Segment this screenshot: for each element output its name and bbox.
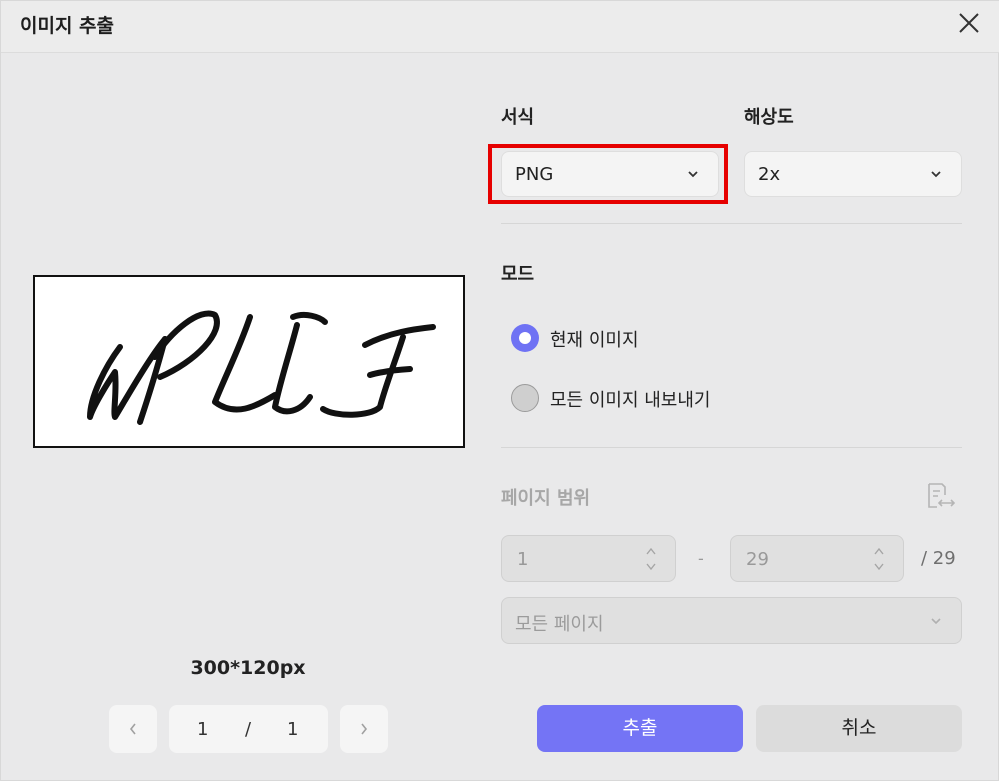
page-scope-select[interactable]: 모든 페이지 <box>501 597 962 644</box>
page-to-value: 29 <box>746 549 769 570</box>
prev-page-button[interactable] <box>109 705 157 753</box>
signature-image <box>87 310 436 425</box>
image-preview <box>33 275 465 448</box>
page-range-swap-icon[interactable] <box>925 481 955 511</box>
format-value: PNG <box>515 164 554 185</box>
resolution-select[interactable]: 2x <box>744 151 962 197</box>
mode-label: 모드 <box>501 264 535 285</box>
page-range-label: 페이지 범위 <box>501 488 591 509</box>
stepper-icon[interactable] <box>873 545 885 573</box>
radio-export-all-images-label[interactable]: 모든 이미지 내보내기 <box>550 386 710 412</box>
cancel-button[interactable]: 취소 <box>756 705 962 752</box>
divider <box>501 447 962 448</box>
page-range-total: / 29 <box>921 548 956 569</box>
next-page-button[interactable] <box>340 705 388 753</box>
range-dash: - <box>698 549 704 568</box>
current-page[interactable]: 1 <box>197 719 208 740</box>
divider <box>501 223 962 224</box>
radio-current-image[interactable] <box>511 324 539 352</box>
chevron-down-icon <box>688 171 698 178</box>
page-separator: / <box>245 719 252 740</box>
chevron-down-icon <box>931 171 941 178</box>
close-icon[interactable] <box>956 10 982 36</box>
chevron-right-icon <box>361 723 368 735</box>
dialog-title: 이미지 추출 <box>20 15 115 37</box>
radio-current-image-label[interactable]: 현재 이미지 <box>550 326 639 352</box>
resolution-label: 해상도 <box>744 107 794 128</box>
format-select[interactable]: PNG <box>501 151 719 197</box>
radio-export-all-images[interactable] <box>511 384 539 412</box>
resolution-value: 2x <box>758 164 781 185</box>
chevron-down-icon <box>931 618 941 625</box>
extract-image-dialog: 이미지 추출 300*120px 1 / 1 서식 PNG 해상도 2x 모드 … <box>0 0 999 781</box>
extract-button[interactable]: 추출 <box>537 705 743 752</box>
image-dimensions: 300*120px <box>190 657 306 679</box>
page-from-input[interactable]: 1 <box>501 535 676 582</box>
page-to-input[interactable]: 29 <box>730 535 904 582</box>
stepper-icon[interactable] <box>645 545 657 573</box>
total-pages: 1 <box>287 719 299 740</box>
page-from-value: 1 <box>517 549 529 570</box>
dialog-header: 이미지 추출 <box>1 1 999 53</box>
page-scope-value: 모든 페이지 <box>515 614 604 635</box>
chevron-left-icon <box>129 723 136 735</box>
page-indicator: 1 / 1 <box>169 705 328 753</box>
format-label: 서식 <box>501 107 535 128</box>
